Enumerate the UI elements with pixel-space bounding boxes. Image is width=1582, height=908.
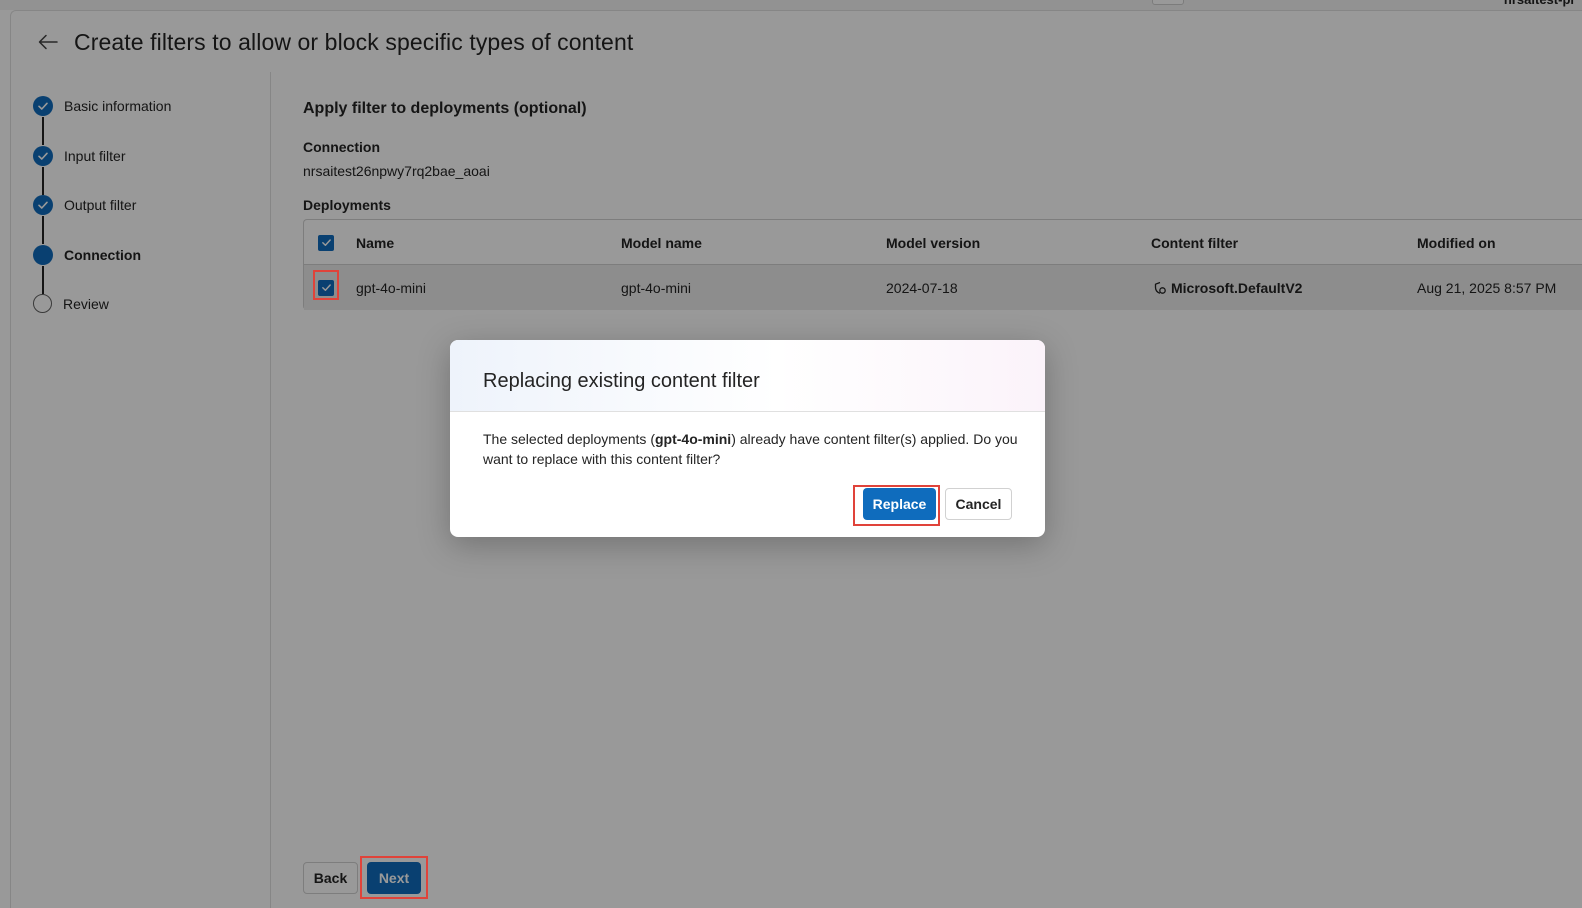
highlight-box-next — [360, 856, 428, 899]
dialog-message: The selected deployments (gpt-4o-mini) a… — [483, 429, 1023, 469]
dialog-title: Replacing existing content filter — [483, 370, 760, 392]
highlight-box-checkbox — [313, 270, 339, 300]
dialog-message-prefix: The selected deployments ( — [483, 431, 655, 447]
cancel-button[interactable]: Cancel — [945, 488, 1012, 520]
dialog-message-deployment: gpt-4o-mini — [654, 431, 732, 447]
replace-filter-dialog: Replacing existing content filter The se… — [450, 340, 1045, 537]
replace-button[interactable]: Replace — [863, 488, 936, 520]
dialog-header: Replacing existing content filter — [450, 340, 1045, 412]
